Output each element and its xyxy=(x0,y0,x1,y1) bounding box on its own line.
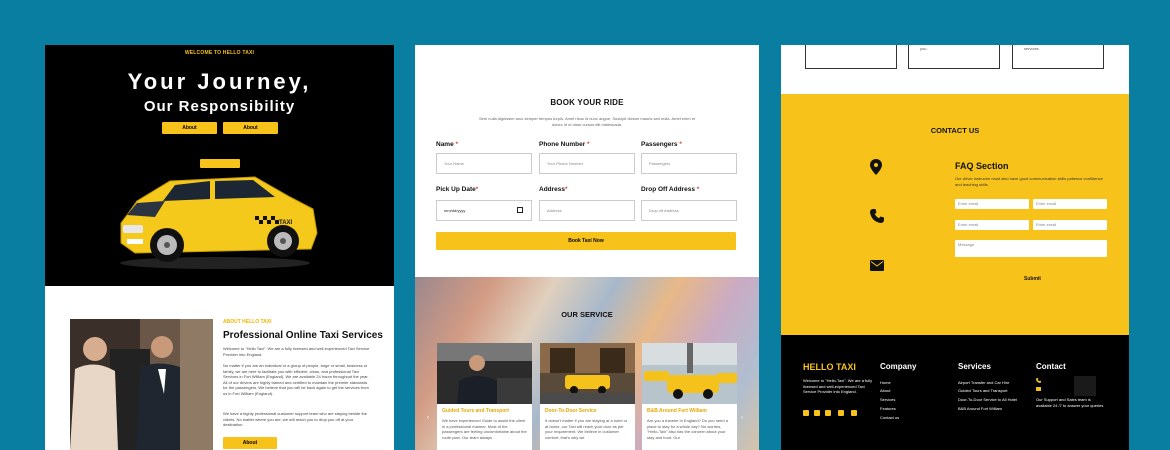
passenger-driver-photo xyxy=(70,319,213,450)
linkedin-icon[interactable] xyxy=(814,410,820,416)
svg-text:TAXI: TAXI xyxy=(279,220,293,226)
about-paragraph-3: We have a highly professional customer s… xyxy=(223,411,368,428)
email-icon xyxy=(1036,387,1041,391)
address-label: Address* xyxy=(539,186,568,193)
footer-link[interactable]: Door-To-Door Service to All Hotel xyxy=(958,397,1017,402)
contact-section: CONTACT US FAQ Section Our driver instru… xyxy=(781,94,1129,335)
street-taxi-photo xyxy=(540,343,635,404)
name-label: Name * xyxy=(436,141,459,148)
footer: HELLO TAXI Welcome to "Hello-Taxi". We a… xyxy=(781,335,1129,450)
passengers-input[interactable]: Passengers xyxy=(641,153,737,174)
about-title: Professional Online Taxi Services xyxy=(223,330,383,341)
taxi-car-image: TAXI xyxy=(120,159,318,269)
hero-title-line1: Your Journey, xyxy=(127,69,312,94)
info-box xyxy=(805,45,897,69)
youtube-icon[interactable] xyxy=(851,410,857,416)
email-input[interactable]: Enter email xyxy=(955,220,1029,230)
faq-title: FAQ Section xyxy=(955,161,1009,171)
about-paragraph-1: Welcome to "Hello Taxi". We are a fully … xyxy=(223,346,370,357)
contact-page-preview: you. services. CONTACT US FAQ Section Ou… xyxy=(781,45,1129,450)
booking-subtitle: Sem nulla dignissim arcu semper tempus t… xyxy=(478,116,696,127)
booking-title: BOOK YOUR RIDE xyxy=(550,98,624,107)
address-input[interactable]: Address xyxy=(539,200,635,221)
footer-link[interactable]: Home xyxy=(880,380,891,385)
taxi-fleet-photo xyxy=(642,343,737,404)
phone-label: Phone Number * xyxy=(539,141,590,148)
footer-services-title: Services xyxy=(958,362,991,371)
carousel-next-icon[interactable]: › xyxy=(741,415,743,421)
about-section: ABOUT HELLO TAXI Professional Online Tax… xyxy=(45,286,394,450)
dropoff-input[interactable]: Drop off Address xyxy=(641,200,737,221)
footer-link[interactable]: Contact us xyxy=(880,415,899,420)
email-input[interactable]: Enter email xyxy=(1033,199,1107,209)
service-card-title: Door-To-Door Service xyxy=(545,408,597,414)
service-card[interactable]: Guided Tours and Transport We have exper… xyxy=(437,343,532,450)
footer-brand: HELLO TAXI xyxy=(803,362,856,372)
instagram-icon[interactable] xyxy=(825,410,831,416)
about-kicker: ABOUT HELLO TAXI xyxy=(223,319,272,325)
hero-about-button-2[interactable]: About xyxy=(223,122,278,134)
phone-icon xyxy=(870,209,884,223)
phone-icon xyxy=(1036,378,1041,383)
service-card-title: B&B Around Fort William xyxy=(647,408,707,414)
footer-brand-desc: Welcome to "Hello-Taxi". We are a fully … xyxy=(803,378,873,394)
info-box-text: you. xyxy=(920,46,928,51)
pickup-date-input[interactable]: mm/dd/yyyy xyxy=(436,200,532,221)
carousel-prev-icon[interactable]: ‹ xyxy=(427,415,429,421)
facebook-icon[interactable] xyxy=(803,410,809,416)
service-card-desc: It doesn't matter if you are staying at … xyxy=(545,418,628,440)
calendar-icon[interactable] xyxy=(517,207,523,213)
driver-photo xyxy=(437,343,532,404)
home-page-preview: WELCOME TO HELLO TAXI Your Journey, Our … xyxy=(45,45,394,450)
name-input[interactable]: Your Name xyxy=(436,153,532,174)
contact-block xyxy=(1074,376,1096,396)
hero-title-line2: Our Responsibility xyxy=(143,98,296,115)
footer-link[interactable]: Airport Transfer and Car Hire xyxy=(958,380,1009,385)
pickup-date-label: Pick Up Date* xyxy=(436,186,479,193)
twitter-icon[interactable] xyxy=(838,410,844,416)
footer-link[interactable]: B&B Around Fort William xyxy=(958,406,1002,411)
hero-kicker: WELCOME TO HELLO TAXI xyxy=(184,50,255,56)
hero-about-button[interactable]: About xyxy=(162,122,217,134)
info-box: services. xyxy=(1012,45,1104,69)
passengers-label: Passengers * xyxy=(641,141,682,148)
faq-subtitle: Our driver instructor must also have goo… xyxy=(955,176,1103,187)
footer-company-title: Company xyxy=(880,362,917,371)
book-taxi-button[interactable]: Book Taxi Now xyxy=(436,232,736,250)
about-button[interactable]: About xyxy=(223,437,277,449)
service-card[interactable]: B&B Around Fort William Are you a travel… xyxy=(642,343,737,450)
footer-contact-title: Contact xyxy=(1036,362,1066,371)
dropoff-label: Drop Off Address * xyxy=(641,186,700,193)
about-paragraph-2: No matter if you are an individual or a … xyxy=(223,363,369,396)
service-card-desc: We have experienced Guide to assist the … xyxy=(442,418,527,440)
service-card[interactable]: Door-To-Door Service It doesn't matter i… xyxy=(540,343,635,450)
service-section: OUR SERVICE ‹ › Guided Tours and Transpo… xyxy=(415,277,759,450)
email-input[interactable]: Enter email xyxy=(955,199,1029,209)
email-input[interactable]: Enter email xyxy=(1033,220,1107,230)
location-pin-icon xyxy=(870,159,882,175)
booking-page-preview: BOOK YOUR RIDE Sem nulla dignissim arcu … xyxy=(415,45,759,450)
footer-link[interactable]: About xyxy=(880,388,890,393)
contact-title: CONTACT US xyxy=(930,126,980,135)
footer-contact-desc: Our Support and Sales team is available … xyxy=(1036,397,1104,408)
service-card-title: Guided Tours and Transport xyxy=(442,408,509,414)
info-box-text: services. xyxy=(1024,46,1040,51)
message-textarea[interactable]: Message xyxy=(955,240,1107,257)
footer-link[interactable]: Services xyxy=(880,397,895,402)
footer-link[interactable]: Guided Tours and Transport xyxy=(958,388,1008,393)
service-title: OUR SERVICE xyxy=(561,310,613,319)
footer-link[interactable]: Features xyxy=(880,406,896,411)
hero-section: WELCOME TO HELLO TAXI Your Journey, Our … xyxy=(45,45,394,286)
info-box: you. xyxy=(908,45,1000,69)
phone-input[interactable]: Your Phone Number xyxy=(539,153,635,174)
email-icon xyxy=(870,260,884,271)
submit-button[interactable]: Submit xyxy=(1024,276,1041,282)
service-card-desc: Are you a traveler in England? Do you ne… xyxy=(647,418,728,440)
